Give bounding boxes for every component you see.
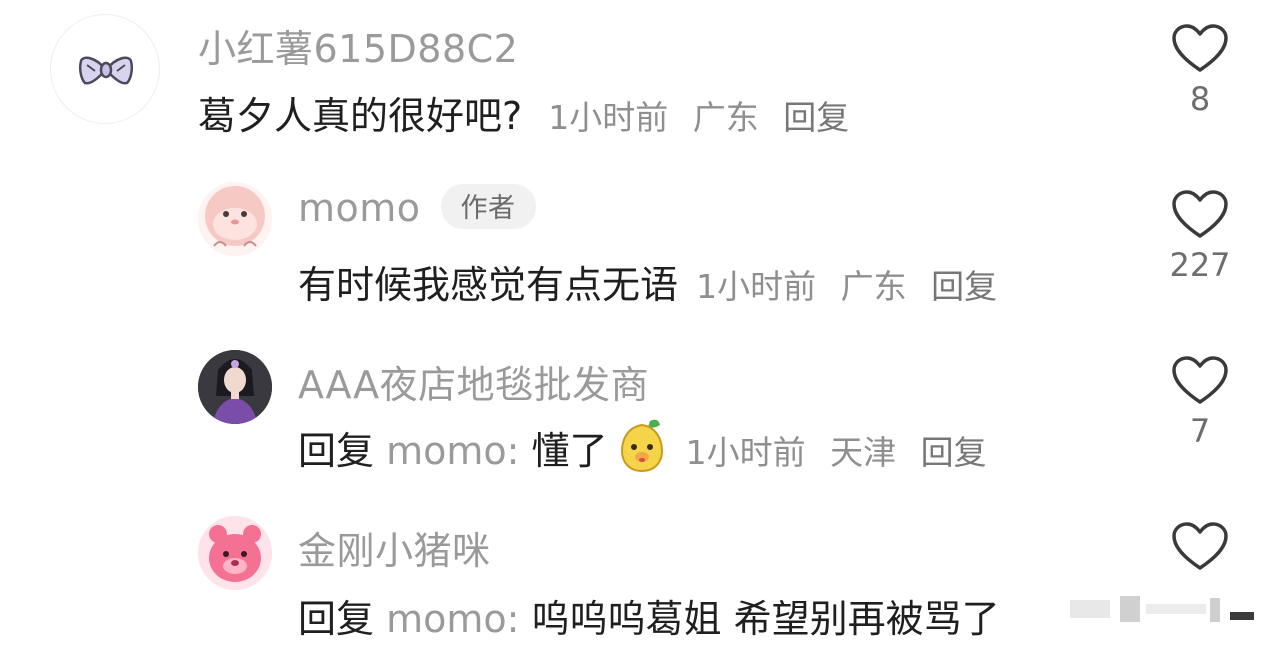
comment-body: 回复 momo: 懂了 1小时前 天津 回复 — [298, 417, 1001, 486]
comment-body: 回复 momo: 呜呜呜葛姐 希望别再被骂了 — [298, 588, 1000, 643]
reply-button[interactable]: 回复 — [783, 98, 849, 137]
heart-icon — [1172, 356, 1228, 404]
like-button[interactable]: 227 — [1166, 190, 1234, 284]
reply-target-user[interactable]: momo: — [386, 429, 519, 473]
comment-meta: 1小时前 广东 回复 — [696, 267, 1011, 306]
comment-body: 葛夕人真的很好吧? 1小时前 广东 回复 — [198, 85, 863, 140]
reply-prefix: 回复 — [298, 597, 375, 641]
pear-face-emoji — [614, 417, 670, 482]
like-button[interactable] — [1166, 522, 1234, 572]
comment-username[interactable]: 小红薯615D88C2 — [198, 18, 518, 73]
heart-icon — [1172, 522, 1228, 570]
comment-item: momo 作者 有时候我感觉有点无语 1小时前 广东 回复 227 — [0, 170, 1280, 320]
comment-time: 1小时前 — [696, 267, 817, 306]
comment-item: 小红薯615D88C2 葛夕人真的很好吧? 1小时前 广东 回复 8 — [0, 0, 1280, 150]
comment-username[interactable]: momo 作者 — [298, 184, 536, 233]
reply-prefix: 回复 — [298, 429, 375, 473]
comment-time: 1小时前 — [548, 98, 669, 137]
avatar[interactable] — [50, 14, 160, 124]
like-count: 227 — [1169, 246, 1231, 284]
reply-button[interactable]: 回复 — [921, 433, 987, 472]
comment-time: 1小时前 — [685, 433, 806, 472]
comment-text: 葛夕人真的很好吧? — [198, 94, 523, 138]
like-count: 8 — [1189, 80, 1211, 118]
comment-location: 广东 — [692, 98, 759, 137]
pink-bear-avatar — [198, 516, 272, 590]
username-text[interactable]: momo — [298, 186, 421, 230]
comment-item: 金刚小猪咪 回复 momo: 呜呜呜葛姐 希望别再被骂了 — [0, 508, 1280, 653]
avatar[interactable] — [198, 350, 272, 424]
comment-username[interactable]: 金刚小猪咪 — [298, 520, 491, 575]
heart-icon — [1172, 24, 1228, 72]
reply-target-user[interactable]: momo: — [386, 597, 519, 641]
comment-location: 广东 — [840, 267, 907, 306]
comment-location: 天津 — [830, 433, 897, 472]
avatar[interactable] — [198, 516, 272, 590]
author-badge: 作者 — [440, 184, 536, 229]
comment-username[interactable]: AAA夜店地毯批发商 — [298, 354, 649, 409]
comment-text: 呜呜呜葛姐 希望别再被骂了 — [531, 597, 1000, 641]
avatar[interactable] — [198, 182, 272, 256]
comment-text: 有时候我感觉有点无语 — [298, 263, 679, 307]
image-smudge — [1060, 590, 1260, 630]
pink-seal-avatar — [198, 182, 272, 256]
bow-icon — [78, 56, 134, 85]
like-button[interactable]: 7 — [1166, 356, 1234, 450]
heart-icon — [1172, 190, 1228, 238]
comment-text: 懂了 — [531, 429, 608, 473]
comment-body: 有时候我感觉有点无语 1小时前 广东 回复 — [298, 254, 1011, 309]
comment-meta: 1小时前 广东 回复 — [548, 98, 863, 137]
costume-woman-avatar — [198, 350, 272, 424]
like-count: 7 — [1189, 412, 1211, 450]
like-button[interactable]: 8 — [1166, 24, 1234, 118]
reply-button[interactable]: 回复 — [931, 267, 997, 306]
comment-meta: 1小时前 天津 回复 — [686, 433, 1001, 472]
comment-item: AAA夜店地毯批发商 回复 momo: 懂了 1小时前 天津 回复 7 — [0, 340, 1280, 490]
